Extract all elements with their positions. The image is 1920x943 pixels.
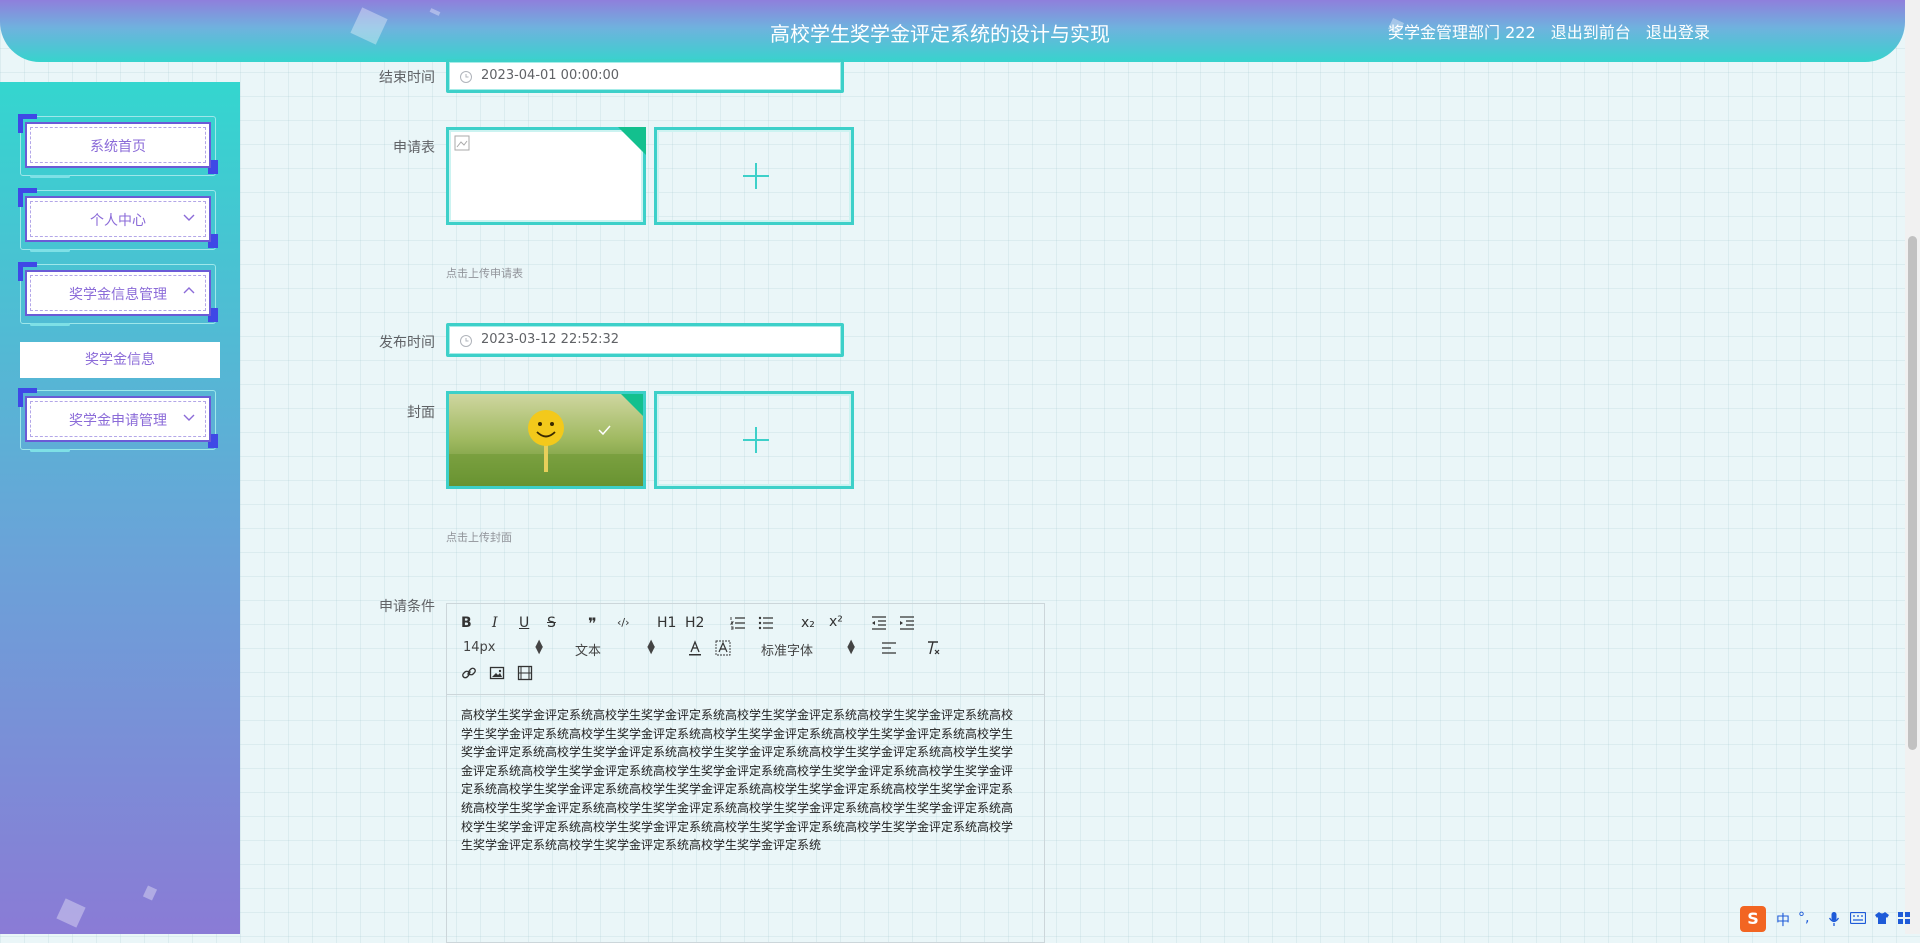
top-header: 高校学生奖学金评定系统的设计与实现 奖学金管理部门 222 退出到前台 退出登录 <box>0 0 1905 62</box>
menu-tail <box>30 449 70 452</box>
skin-shirt-icon[interactable] <box>1874 911 1890 925</box>
smiley-golf-tee-image <box>449 394 643 486</box>
font-size-select[interactable]: 14px ▲ ▼ <box>463 638 543 656</box>
sidebar-item-label: 系统首页 <box>90 139 146 155</box>
font-family-select[interactable]: 标准字体 ▲ ▼ <box>761 638 855 660</box>
decor-square <box>350 7 388 45</box>
chevron-up-icon <box>183 287 195 294</box>
sidebar-subitem-scholarship-info[interactable]: 奖学金信息 <box>20 342 220 378</box>
background-color-icon[interactable] <box>715 640 731 656</box>
decor-square <box>56 898 86 928</box>
text-color-icon[interactable] <box>687 640 703 656</box>
microphone-icon[interactable] <box>1828 911 1840 927</box>
underline-button[interactable]: U <box>519 615 529 631</box>
publish-time-input[interactable]: 2023-03-12 22:52:32 <box>446 323 844 357</box>
italic-button[interactable]: I <box>492 615 498 631</box>
decor-square <box>429 8 441 16</box>
system-title: 高校学生奖学金评定系统的设计与实现 <box>770 22 1110 46</box>
editor-toolbar: B I U S ❞ ‹/› H1 H2 x₂ x² 14px ▲ ▼ 文本 ▲ ▼ … <box>447 604 1044 695</box>
indent-icon[interactable] <box>899 616 915 630</box>
superscript-button[interactable]: x² <box>829 614 843 630</box>
video-icon[interactable] <box>517 665 533 681</box>
plus-icon <box>755 427 757 453</box>
select-arrows-icon: ▲ ▼ <box>535 638 543 656</box>
link-icon[interactable] <box>461 665 477 681</box>
subscript-button[interactable]: x₂ <box>801 615 815 631</box>
toolbox-grid-icon[interactable] <box>1897 911 1911 925</box>
chevron-down-icon <box>183 414 195 421</box>
uploaded-flag <box>618 127 646 155</box>
bold-button[interactable]: B <box>461 615 472 631</box>
cover-uploaded-image[interactable] <box>446 391 646 489</box>
cover-upload-button[interactable] <box>654 391 854 489</box>
align-left-icon[interactable] <box>881 641 897 655</box>
broken-image-icon <box>454 135 470 151</box>
application-form-label: 申请表 <box>393 140 435 156</box>
clock-icon <box>460 335 472 347</box>
header-user-area: 奖学金管理部门 222 退出到前台 退出登录 <box>1388 19 1720 43</box>
header2-button[interactable]: H2 <box>685 615 704 631</box>
application-form-uploaded-file[interactable] <box>446 127 646 225</box>
plus-icon <box>755 163 757 189</box>
header-select[interactable]: 文本 ▲ ▼ <box>575 638 655 660</box>
cover-hint: 点击上传封面 <box>446 531 512 544</box>
image-icon[interactable] <box>489 665 505 681</box>
publish-time-value: 2023-03-12 22:52:32 <box>481 332 620 347</box>
code-block-button[interactable]: ‹/› <box>617 616 630 629</box>
menu-tail <box>30 323 70 326</box>
end-time-value: 2023-04-01 00:00:00 <box>481 68 620 83</box>
sidebar-item-personal-center[interactable]: 个人中心 <box>18 188 218 252</box>
clear-format-icon[interactable] <box>925 640 941 656</box>
application-form-hint: 点击上传申请表 <box>446 267 523 280</box>
keyboard-icon[interactable] <box>1850 912 1866 924</box>
scrollbar-thumb[interactable] <box>1908 236 1917 750</box>
menu-tail <box>30 249 70 252</box>
bullet-list-icon[interactable] <box>758 616 774 630</box>
sidebar-item-home[interactable]: 系统首页 <box>18 114 218 178</box>
end-time-input[interactable]: 2023-04-01 00:00:00 <box>446 59 844 93</box>
chevron-down-icon <box>183 214 195 221</box>
sogou-ime-icon[interactable]: S <box>1740 906 1766 932</box>
decor-square <box>142 885 158 901</box>
ime-toolbar[interactable]: S 中 °, <box>1740 906 1915 932</box>
sidebar-item-scholarship-application-mgmt[interactable]: 奖学金申请管理 <box>18 388 218 452</box>
logout-link[interactable]: 退出登录 <box>1646 23 1710 42</box>
select-arrows-icon: ▲ ▼ <box>847 638 855 656</box>
font-size-value: 14px <box>463 640 496 655</box>
menu-tail <box>30 175 70 178</box>
publish-time-label: 发布时间 <box>379 335 435 351</box>
rich-text-editor: B I U S ❞ ‹/› H1 H2 x₂ x² 14px ▲ ▼ 文本 ▲ ▼ … <box>446 603 1045 943</box>
header-value: 文本 <box>575 644 602 659</box>
font-family-value: 标准字体 <box>761 644 814 659</box>
uploaded-flag <box>618 394 643 419</box>
select-arrows-icon: ▲ ▼ <box>647 638 655 656</box>
ime-chinese-mode[interactable]: 中 <box>1776 910 1790 930</box>
current-user: 奖学金管理部门 222 <box>1388 23 1536 42</box>
header1-button[interactable]: H1 <box>657 615 676 631</box>
ordered-list-icon[interactable] <box>730 616 746 630</box>
exit-to-front-link[interactable]: 退出到前台 <box>1551 23 1631 42</box>
application-form-upload-button[interactable] <box>654 127 854 225</box>
outdent-icon[interactable] <box>871 616 887 630</box>
strike-button[interactable]: S <box>547 615 556 631</box>
sidebar-item-scholarship-info-mgmt[interactable]: 奖学金信息管理 <box>18 262 218 326</box>
editor-content[interactable]: 高校学生奖学金评定系统高校学生奖学金评定系统高校学生奖学金评定系统高校学生奖学金… <box>461 706 1021 855</box>
page-scrollbar[interactable] <box>1905 0 1920 934</box>
end-time-label: 结束时间 <box>379 70 435 86</box>
ime-punct-mode[interactable]: °, <box>1798 910 1809 926</box>
conditions-label: 申请条件 <box>379 599 435 615</box>
cover-label: 封面 <box>407 405 435 421</box>
clock-icon <box>460 71 472 83</box>
blockquote-button[interactable]: ❞ <box>588 614 597 633</box>
